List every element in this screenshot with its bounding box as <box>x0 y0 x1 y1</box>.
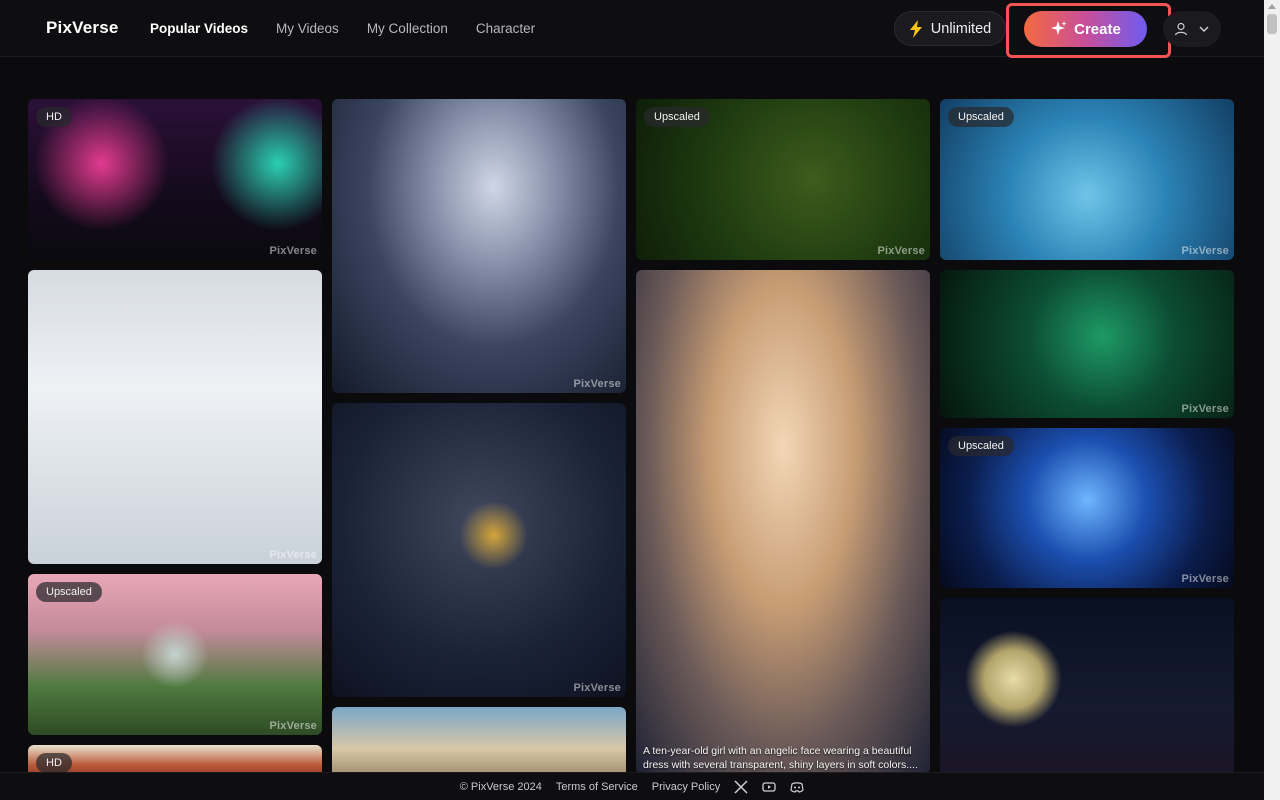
footer: © PixVerse 2024 Terms of Service Privacy… <box>0 772 1264 800</box>
video-card[interactable]: PixVerse <box>332 99 626 393</box>
main-nav: Popular Videos My Videos My Collection C… <box>150 0 535 57</box>
watermark: PixVerse <box>269 245 317 257</box>
watermark: PixVerse <box>1181 573 1229 585</box>
chevron-down-icon <box>1199 26 1208 32</box>
hd-badge: HD <box>36 753 72 773</box>
discord-icon[interactable] <box>790 780 804 794</box>
watermark: PixVerse <box>1181 403 1229 415</box>
nav-my-videos[interactable]: My Videos <box>276 21 339 36</box>
video-caption: A ten-year-old girl with an angelic face… <box>643 745 918 771</box>
x-icon[interactable] <box>734 779 748 794</box>
user-icon <box>1174 22 1187 36</box>
video-card[interactable]: Upscaled PixVerse <box>940 428 1234 588</box>
unlimited-label: Unlimited <box>930 20 992 37</box>
sparkle-icon <box>1051 21 1067 35</box>
video-card[interactable]: PixVerse <box>28 270 322 564</box>
scroll-up-arrow[interactable] <box>1268 4 1276 9</box>
watermark: PixVerse <box>573 378 621 390</box>
youtube-icon[interactable] <box>762 780 776 794</box>
watermark: PixVerse <box>1181 245 1229 257</box>
copyright-text: © PixVerse 2024 <box>459 780 542 793</box>
upscaled-badge: Upscaled <box>644 107 710 127</box>
video-card[interactable] <box>332 707 626 777</box>
video-card[interactable]: A ten-year-old girl with an angelic face… <box>636 270 930 774</box>
top-header: PixVerse Popular Videos My Videos My Col… <box>0 0 1264 58</box>
watermark: PixVerse <box>573 682 621 694</box>
watermark: PixVerse <box>877 245 925 257</box>
user-menu[interactable] <box>1163 11 1221 47</box>
unlimited-button[interactable]: Unlimited <box>894 11 1006 46</box>
nav-character[interactable]: Character <box>476 21 535 36</box>
watermark: PixVerse <box>269 549 317 561</box>
privacy-link[interactable]: Privacy Policy <box>652 781 720 793</box>
scroll-thumb[interactable] <box>1267 14 1277 34</box>
create-label: Create <box>1074 20 1121 38</box>
scrollbar[interactable] <box>1264 0 1280 800</box>
lightning-icon <box>909 19 922 38</box>
logo[interactable]: PixVerse <box>46 18 119 38</box>
terms-link[interactable]: Terms of Service <box>556 781 638 793</box>
upscaled-badge: Upscaled <box>948 436 1014 456</box>
upscaled-badge: Upscaled <box>36 582 102 602</box>
nav-popular-videos[interactable]: Popular Videos <box>150 21 248 36</box>
video-card[interactable]: HD PixVerse <box>28 99 322 260</box>
video-card[interactable]: PixVerse <box>940 270 1234 418</box>
upscaled-badge: Upscaled <box>948 107 1014 127</box>
video-card[interactable]: PixVerse <box>332 403 626 697</box>
video-card[interactable]: Upscaled PixVerse <box>28 574 322 735</box>
video-card[interactable]: Upscaled PixVerse <box>940 99 1234 260</box>
create-button[interactable]: Create <box>1024 11 1147 47</box>
hd-badge: HD <box>36 107 72 127</box>
video-card[interactable]: Upscaled PixVerse <box>636 99 930 260</box>
watermark: PixVerse <box>269 720 317 732</box>
video-card[interactable] <box>940 598 1234 778</box>
nav-my-collection[interactable]: My Collection <box>367 21 448 36</box>
